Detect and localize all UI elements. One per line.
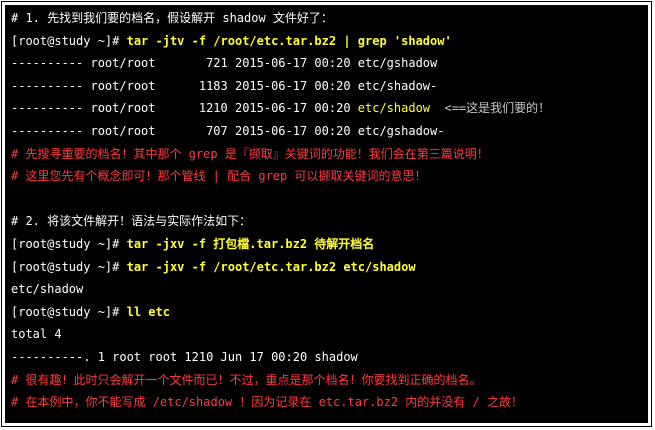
output-text: ---------- root/root 707 2015-06-17 00:2… xyxy=(11,124,445,138)
code-block-frame: # 1. 先找到我们要的档名，假设解开 shadow 文件好了： [root@st… xyxy=(1,1,652,427)
terminal-line: # 在本例中，你不能写成 /etc/shadow ！因为记录在 etc.tar.… xyxy=(11,391,644,413)
command-text: tar -jtv -f /root/etc.tar.bz2 | grep 'sh… xyxy=(126,33,452,48)
output-text: # 2. 将该文件解开！语法与实际作法如下： xyxy=(11,214,252,229)
annotation-text: <==这是我们要的！ xyxy=(430,101,551,116)
comment-text: # 先搜寻重要的档名！其中那个 grep 是『撷取』关键词的功能！我们会在第三篇… xyxy=(11,146,489,161)
terminal-line: [root@study ~]# ll etc xyxy=(11,301,644,323)
comment-text: # 在本例中，你不能写成 /etc/shadow ！因为记录在 etc.tar.… xyxy=(11,395,523,410)
output-text: [root@study ~]# xyxy=(11,304,127,319)
terminal-line: total 4 xyxy=(11,323,644,345)
terminal-line: [root@study ~]# tar -jtv -f /root/etc.ta… xyxy=(11,30,644,52)
command-text: tar -jxv -f /root/etc.tar.bz2 etc/shadow xyxy=(126,259,416,274)
output-text: [root@study ~]# xyxy=(11,237,127,251)
command-text: ll etc xyxy=(126,304,170,319)
output-text: [root@study ~]# xyxy=(11,259,127,274)
command-text: tar -jxv -f 打包檔.tar.bz2 待解开档名 xyxy=(126,237,375,251)
output-text: [root@study ~]# xyxy=(11,33,127,48)
terminal-line: # 很有趣！此时只会解开一个文件而已！不过，重点是那个档名！你要找到正确的档名。 xyxy=(11,369,644,391)
output-text: ---------- root/root 1210 2015-06-17 00:… xyxy=(11,101,358,116)
terminal-line: # 1. 先找到我们要的档名，假设解开 shadow 文件好了： xyxy=(11,7,644,29)
terminal-line: ---------- root/root 721 2015-06-17 00:2… xyxy=(11,52,644,74)
terminal-output: # 1. 先找到我们要的档名，假设解开 shadow 文件好了： [root@st… xyxy=(5,5,648,423)
comment-text: # 很有趣！此时只会解开一个文件而已！不过，重点是那个档名！你要找到正确的档名。 xyxy=(11,372,482,387)
terminal-line: [root@study ~]# tar -jxv -f 打包檔.tar.bz2 … xyxy=(11,233,644,255)
highlighted-filename: etc/shadow xyxy=(357,101,431,116)
output-text: ---------- root/root 721 2015-06-17 00:2… xyxy=(11,56,438,71)
terminal-line: ---------- root/root 1210 2015-06-17 00:… xyxy=(11,97,644,119)
terminal-line: ---------- root/root 707 2015-06-17 00:2… xyxy=(11,120,644,142)
output-text: ----------. 1 root root 1210 Jun 17 00:2… xyxy=(11,350,358,364)
terminal-line: # 2. 将该文件解开！语法与实际作法如下： xyxy=(11,210,644,232)
terminal-line: etc/shadow xyxy=(11,278,644,300)
output-text: etc/shadow xyxy=(11,282,84,297)
terminal-line: # 先搜寻重要的档名！其中那个 grep 是『撷取』关键词的功能！我们会在第三篇… xyxy=(11,143,644,165)
output-text: ---------- root/root 1183 2015-06-17 00:… xyxy=(11,78,438,93)
output-text: # 1. 先找到我们要的档名，假设解开 shadow 文件好了： xyxy=(11,11,333,25)
terminal-line: ----------. 1 root root 1210 Jun 17 00:2… xyxy=(11,346,644,368)
output-text: total 4 xyxy=(11,327,62,342)
terminal-line: [root@study ~]# tar -jxv -f /root/etc.ta… xyxy=(11,256,644,278)
terminal-line: ---------- root/root 1183 2015-06-17 00:… xyxy=(11,75,644,97)
terminal-line: # 这里您先有个概念即可！那个管线 | 配合 grep 可以撷取关键词的意思！ xyxy=(11,165,644,187)
comment-text: # 这里您先有个概念即可！那个管线 | 配合 grep 可以撷取关键词的意思！ xyxy=(11,169,427,184)
